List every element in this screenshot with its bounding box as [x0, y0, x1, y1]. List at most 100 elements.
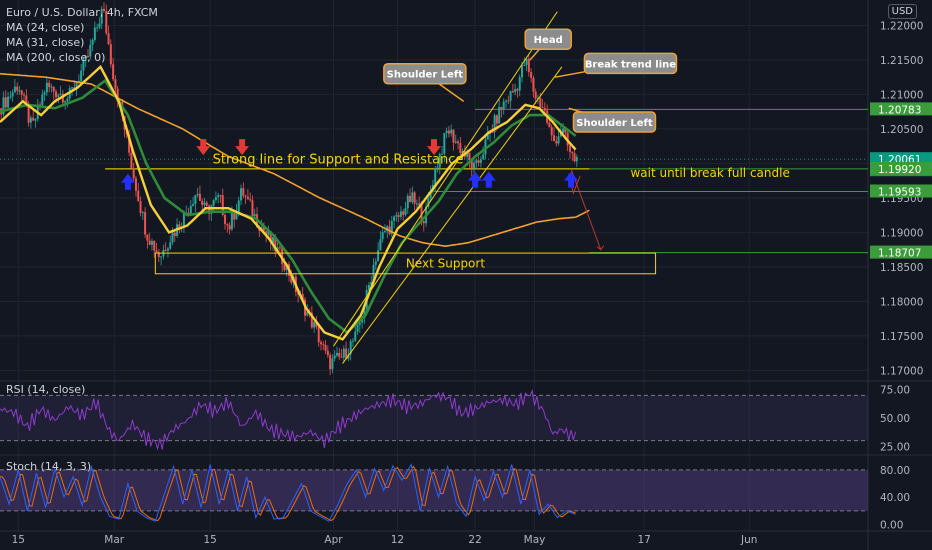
currency-button[interactable]: USD	[887, 4, 917, 19]
candle-body	[521, 65, 523, 78]
candle-body	[550, 127, 553, 136]
candle-body	[516, 89, 519, 91]
candle-body	[340, 356, 343, 358]
candle-body	[511, 91, 514, 93]
price-tick-label: 1.21000	[880, 89, 923, 101]
ma31-line	[0, 78, 577, 335]
candle-body	[434, 168, 437, 185]
candle-body	[381, 232, 384, 240]
candle-body	[283, 264, 286, 271]
rsi-tick-label: 75.00	[880, 385, 910, 397]
candle-body	[445, 130, 448, 133]
candle-body	[173, 232, 176, 236]
candle-body	[331, 358, 334, 370]
stoch-tick-label: 80.00	[880, 465, 910, 477]
support-resistance-annotation: Strong line for Support and Resistance	[213, 152, 464, 167]
candle-body	[171, 232, 174, 243]
callout-label: Shoulder Left	[576, 118, 653, 129]
candle-body	[214, 197, 217, 201]
candle-body	[342, 348, 345, 358]
candle-body	[411, 192, 414, 202]
candle-body	[148, 240, 151, 245]
arrow-down-marker	[196, 139, 211, 156]
price-tick-label: 1.17500	[880, 331, 923, 343]
candle-body	[166, 248, 169, 251]
channel-lower-line	[342, 66, 563, 364]
candle-body	[23, 94, 26, 96]
candle-body	[509, 91, 512, 101]
candle-body	[377, 250, 380, 262]
candle-body	[443, 132, 446, 154]
rsi-tick-label: 50.00	[880, 413, 910, 425]
candle-body	[393, 216, 396, 221]
candle-body	[32, 117, 35, 121]
candle-body	[198, 193, 201, 201]
callout-label: Break trend line	[585, 59, 676, 70]
time-tick-label: 15	[12, 534, 25, 546]
candle-body	[415, 203, 418, 205]
candle-body	[447, 130, 450, 134]
candle-body	[224, 214, 227, 225]
time-tick-label: 17	[637, 534, 650, 546]
candle-body	[29, 117, 32, 123]
candle-body	[539, 98, 542, 108]
candle-body	[518, 77, 521, 91]
candle-body	[182, 212, 185, 228]
candle-body	[164, 249, 167, 251]
candle-body	[244, 195, 247, 197]
candle-body	[80, 70, 83, 82]
candle-body	[495, 115, 498, 124]
candle-body	[319, 342, 322, 345]
candle-body	[500, 107, 503, 110]
price-level-label: 1.19920	[878, 164, 921, 176]
candle-body	[59, 93, 62, 96]
candle-body	[212, 200, 215, 206]
candle-body	[189, 205, 192, 214]
chart-canvas[interactable]: Next Support Strong line for Support and …	[0, 0, 932, 550]
candle-body	[534, 91, 537, 99]
candle-body	[194, 195, 197, 205]
candle-body	[409, 195, 412, 202]
time-tick-label: May	[524, 534, 546, 546]
candle-body	[552, 135, 555, 142]
candle-body	[160, 256, 163, 258]
arrow-up-marker	[468, 171, 483, 188]
candle-body	[422, 220, 425, 224]
price-tick-label: 1.17000	[880, 365, 923, 377]
candle-body	[11, 92, 14, 97]
candle-body	[333, 355, 336, 359]
rsi-legend: RSI (14, close)	[6, 383, 86, 396]
candle-body	[379, 239, 382, 251]
candle-body	[246, 196, 249, 200]
price-level-label: 1.20783	[878, 104, 921, 116]
callout-label: Shoulder Left	[387, 70, 464, 81]
time-tick-label: 22	[468, 534, 481, 546]
price-tick-label: 1.18000	[880, 296, 923, 308]
candle-body	[13, 86, 16, 93]
candle-body	[532, 77, 535, 92]
candle-body	[150, 240, 153, 245]
candle-body	[322, 344, 325, 346]
candle-body	[153, 240, 156, 251]
candle-body	[112, 64, 115, 80]
candle-body	[169, 242, 172, 249]
candle-body	[498, 107, 501, 124]
candle-body	[144, 212, 147, 235]
candle-body	[237, 200, 240, 212]
candle-body	[351, 340, 354, 342]
candle-body	[505, 100, 508, 102]
candle-body	[253, 214, 256, 217]
candle-body	[354, 331, 357, 341]
candle-body	[541, 107, 544, 109]
candle-body	[573, 153, 576, 162]
candle-body	[525, 58, 528, 65]
candle-body	[475, 160, 478, 163]
candle-body	[71, 87, 74, 89]
candle-body	[196, 193, 199, 196]
candle-body	[20, 90, 23, 95]
candle-body	[436, 167, 439, 169]
ma24-line	[0, 64, 577, 341]
price-tick-label: 1.18500	[880, 262, 923, 274]
candle-body	[326, 350, 329, 356]
candle-body	[571, 151, 574, 154]
